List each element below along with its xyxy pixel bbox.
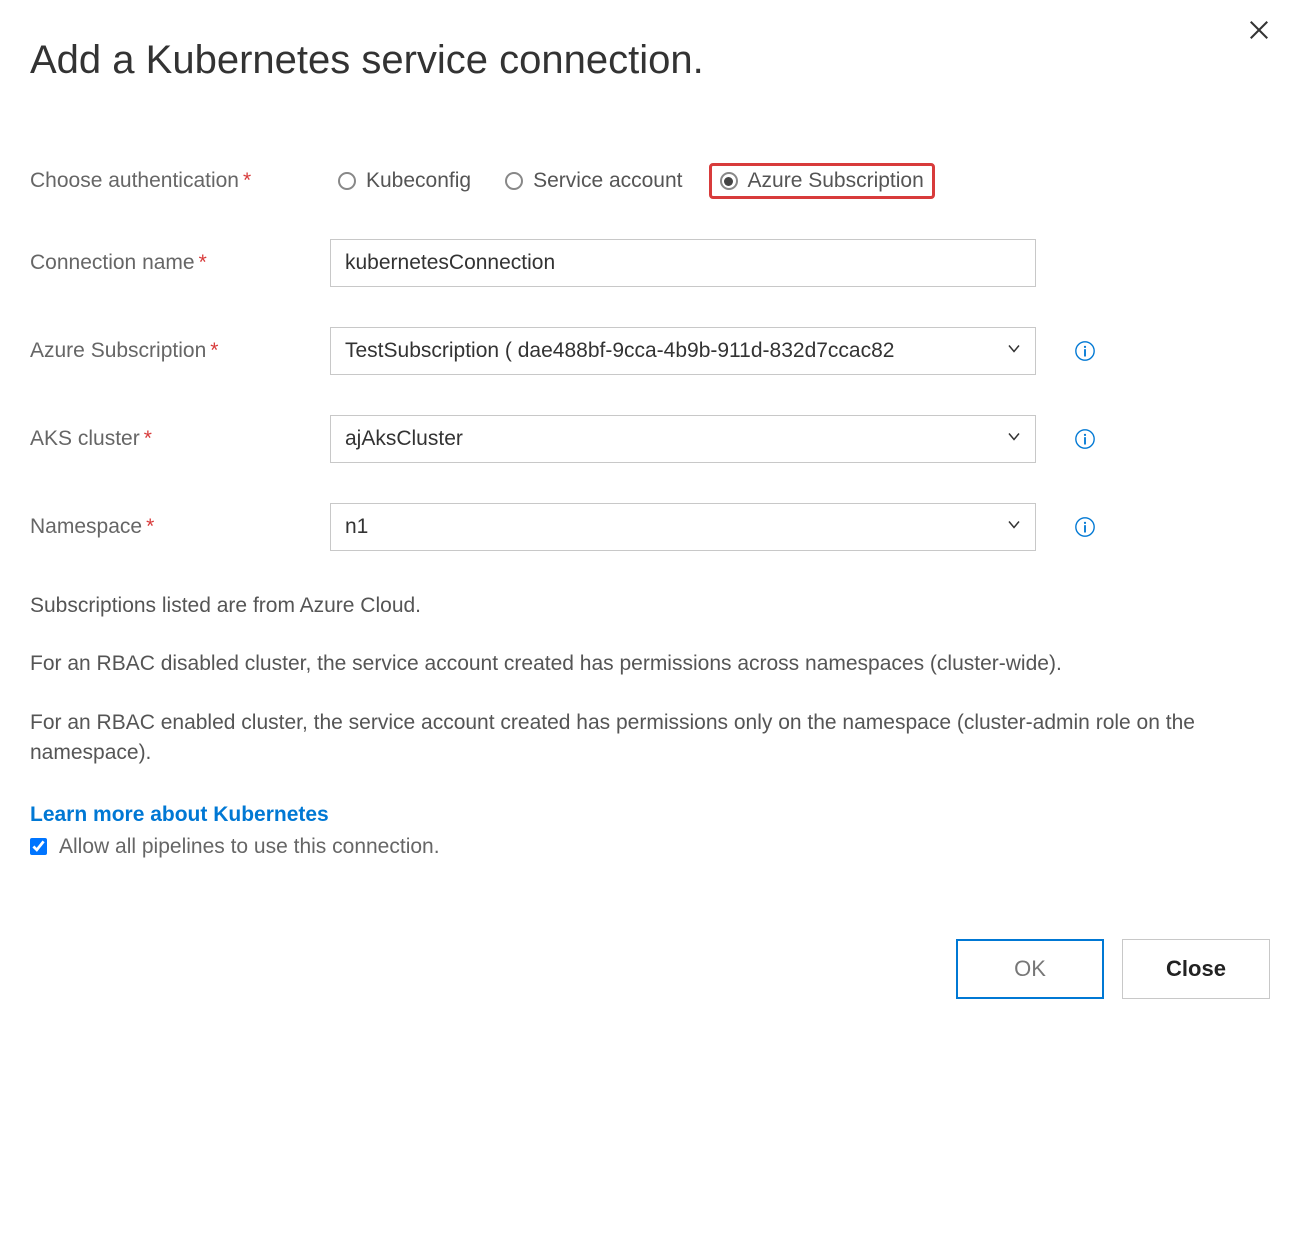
- required-asterisk: *: [210, 339, 218, 362]
- label-aks-cluster: AKS cluster*: [30, 427, 330, 451]
- radio-kubeconfig[interactable]: Kubeconfig: [330, 166, 479, 196]
- label-azure-subscription: Azure Subscription*: [30, 339, 330, 363]
- label-aks-cluster-text: AKS cluster: [30, 427, 140, 450]
- azure-subscription-value: TestSubscription ( dae488bf-9cca-4b9b-91…: [345, 339, 894, 363]
- azure-subscription-select[interactable]: TestSubscription ( dae488bf-9cca-4b9b-91…: [330, 327, 1036, 375]
- radio-azure-subscription-label: Azure Subscription: [748, 169, 924, 193]
- dialog-title: Add a Kubernetes service connection.: [30, 38, 1270, 83]
- radio-icon: [720, 172, 738, 190]
- note-rbac-disabled: For an RBAC disabled cluster, the servic…: [30, 649, 1270, 679]
- radio-kubeconfig-label: Kubeconfig: [366, 169, 471, 193]
- connection-name-input[interactable]: [330, 239, 1036, 287]
- label-azure-subscription-text: Azure Subscription: [30, 339, 206, 362]
- info-icon[interactable]: [1074, 340, 1096, 362]
- radio-icon: [505, 172, 523, 190]
- learn-more-link[interactable]: Learn more about Kubernetes: [30, 803, 329, 827]
- required-asterisk: *: [146, 515, 154, 538]
- radio-service-account[interactable]: Service account: [497, 166, 690, 196]
- label-connection-name: Connection name*: [30, 251, 330, 275]
- row-authentication: Choose authentication* Kubeconfig Servic…: [30, 163, 1270, 199]
- label-authentication-text: Choose authentication: [30, 169, 239, 192]
- row-azure-subscription: Azure Subscription* TestSubscription ( d…: [30, 327, 1270, 375]
- info-icon[interactable]: [1074, 516, 1096, 538]
- aks-cluster-select[interactable]: ajAksCluster: [330, 415, 1036, 463]
- radio-service-account-label: Service account: [533, 169, 682, 193]
- close-icon[interactable]: [1248, 18, 1270, 46]
- allow-all-pipelines-row: Allow all pipelines to use this connecti…: [30, 835, 1270, 859]
- dialog-buttons: OK Close: [30, 939, 1270, 999]
- auth-radio-group: Kubeconfig Service account Azure Subscri…: [330, 163, 1270, 199]
- allow-all-pipelines-label: Allow all pipelines to use this connecti…: [59, 835, 440, 859]
- label-authentication: Choose authentication*: [30, 169, 330, 193]
- row-connection-name: Connection name*: [30, 239, 1270, 287]
- required-asterisk: *: [199, 251, 207, 274]
- info-icon[interactable]: [1074, 428, 1096, 450]
- allow-all-pipelines-checkbox[interactable]: [30, 838, 47, 855]
- row-aks-cluster: AKS cluster* ajAksCluster: [30, 415, 1270, 463]
- label-namespace: Namespace*: [30, 515, 330, 539]
- radio-icon: [338, 172, 356, 190]
- close-button[interactable]: Close: [1122, 939, 1270, 999]
- row-namespace: Namespace* n1: [30, 503, 1270, 551]
- label-connection-name-text: Connection name: [30, 251, 195, 274]
- note-subscriptions: Subscriptions listed are from Azure Clou…: [30, 591, 1270, 621]
- aks-cluster-value: ajAksCluster: [345, 427, 463, 451]
- ok-button[interactable]: OK: [956, 939, 1104, 999]
- radio-azure-subscription[interactable]: Azure Subscription: [709, 163, 935, 199]
- required-asterisk: *: [243, 169, 251, 192]
- required-asterisk: *: [144, 427, 152, 450]
- note-rbac-enabled: For an RBAC enabled cluster, the service…: [30, 708, 1270, 769]
- namespace-select[interactable]: n1: [330, 503, 1036, 551]
- notes-section: Subscriptions listed are from Azure Clou…: [30, 591, 1270, 769]
- label-namespace-text: Namespace: [30, 515, 142, 538]
- namespace-value: n1: [345, 515, 368, 539]
